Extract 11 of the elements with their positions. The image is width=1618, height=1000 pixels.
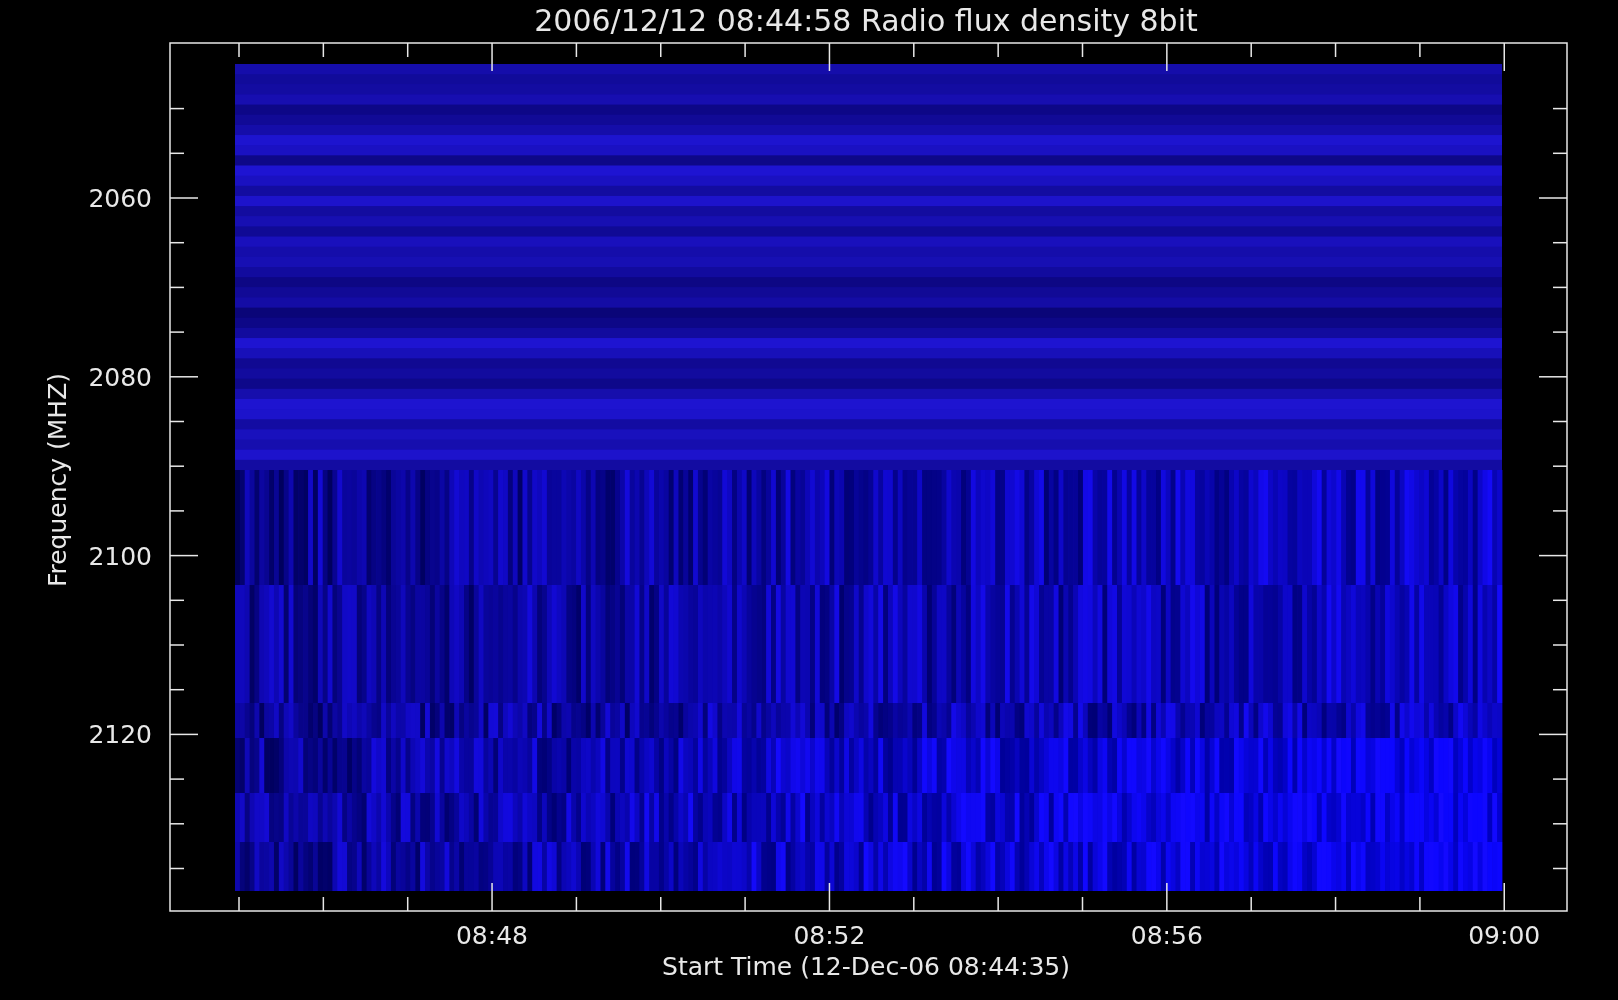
- x-tick-label: 08:52: [793, 921, 866, 950]
- y-tick-label: 2060: [88, 184, 152, 213]
- x-axis-label: Start Time (12-Dec-06 08:44:35): [662, 952, 1070, 981]
- x-tick-label: 08:56: [1130, 921, 1203, 950]
- x-tick-label: 08:48: [456, 921, 528, 950]
- y-axis-label: Frequency (MHZ): [43, 372, 72, 588]
- plot-title: 2006/12/12 08:44:58 Radio flux density 8bit: [534, 3, 1198, 38]
- y-tick-label: 2100: [88, 541, 152, 571]
- y-tick-label: 2120: [88, 720, 152, 750]
- x-tick-label: 09:00: [1468, 921, 1541, 950]
- y-tick-label: 2080: [88, 362, 152, 392]
